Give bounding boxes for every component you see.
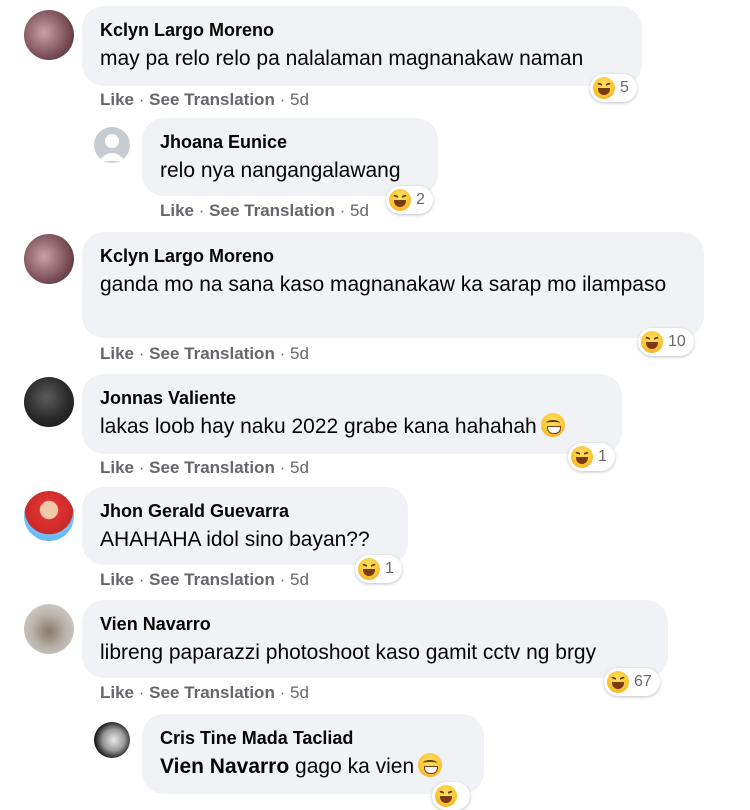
see-translation-link[interactable]: See Translation (149, 683, 275, 702)
avatar[interactable] (24, 377, 74, 427)
comment-actions: Like · See Translation · 5d (100, 90, 309, 110)
reaction-count: 5 (620, 79, 629, 96)
avatar[interactable] (24, 10, 74, 60)
haha-icon (607, 671, 629, 693)
reaction-count: 67 (634, 673, 652, 690)
avatar[interactable] (94, 127, 130, 163)
comment-bubble: Cris Tine Mada Tacliad Vien Navarro gago… (142, 714, 484, 794)
haha-icon (641, 331, 663, 353)
reaction-badge[interactable]: 10 (638, 328, 694, 356)
reaction-count: 2 (416, 191, 425, 208)
see-translation-link[interactable]: See Translation (149, 570, 275, 589)
comment-author[interactable]: Jhoana Eunice (160, 130, 420, 154)
separator: · (138, 344, 145, 363)
separator: · (279, 344, 286, 363)
timestamp[interactable]: 5d (290, 570, 309, 589)
comment-actions: Like · See Translation · 5d (100, 683, 309, 703)
timestamp[interactable]: 5d (350, 201, 369, 220)
see-translation-link[interactable]: See Translation (149, 344, 275, 363)
comment-text: libreng paparazzi photoshoot kaso gamit … (100, 641, 597, 664)
grinning-emoji-icon (418, 753, 443, 777)
comment-text: ganda mo na sana kaso magnanakaw ka sara… (100, 273, 667, 296)
see-translation-link[interactable]: See Translation (209, 201, 335, 220)
comment-text-content: lakas loob hay naku 2022 grabe kana haha… (100, 415, 537, 438)
haha-icon (358, 558, 380, 580)
like-link[interactable]: Like (100, 570, 134, 589)
reaction-badge[interactable]: 67 (604, 668, 660, 696)
separator: · (138, 683, 145, 702)
timestamp[interactable]: 5d (290, 683, 309, 702)
separator: · (279, 458, 286, 477)
comment-author[interactable]: Kclyn Largo Moreno (100, 244, 686, 268)
reaction-count: 1 (598, 448, 607, 465)
mention-link[interactable]: Vien Navarro (160, 755, 289, 778)
comment-actions: Like · See Translation · 5d (100, 344, 309, 364)
comment-text: may pa relo relo pa nalalaman magnanakaw… (100, 47, 584, 70)
reaction-count: 10 (668, 333, 686, 350)
like-link[interactable]: Like (100, 344, 134, 363)
avatar[interactable] (24, 604, 74, 654)
haha-icon (593, 77, 615, 99)
avatar[interactable] (94, 722, 130, 758)
reaction-badge[interactable]: 1 (568, 443, 615, 471)
comment-text: Vien Navarro gago ka vien (160, 752, 466, 782)
haha-icon (389, 189, 411, 211)
comment-bubble: Kclyn Largo Moreno may pa relo relo pa n… (82, 6, 642, 86)
comment-author[interactable]: Jonnas Valiente (100, 386, 604, 410)
comment-author[interactable]: Jhon Gerald Guevarra (100, 499, 390, 523)
comment-bubble: Jhoana Eunice relo nya nangangalawang (142, 118, 438, 196)
comment-text: lakas loob hay naku 2022 grabe kana haha… (100, 412, 604, 442)
haha-icon (571, 446, 593, 468)
separator: · (339, 201, 346, 220)
reaction-badge[interactable]: 1 (355, 555, 402, 583)
haha-icon (435, 785, 457, 807)
see-translation-link[interactable]: See Translation (149, 90, 275, 109)
avatar[interactable] (24, 491, 74, 541)
separator: · (279, 683, 286, 702)
comment-author[interactable]: Vien Navarro (100, 612, 650, 636)
comment-bubble: Vien Navarro libreng paparazzi photoshoo… (82, 600, 668, 678)
separator: · (138, 458, 145, 477)
comment-actions: Like · See Translation · 5d (100, 570, 309, 590)
timestamp[interactable]: 5d (290, 344, 309, 363)
comment-actions: Like · See Translation · 5d (160, 201, 369, 221)
comment-bubble: Jhon Gerald Guevarra AHAHAHA idol sino b… (82, 487, 408, 565)
grinning-sweat-emoji-icon (540, 413, 565, 437)
like-link[interactable]: Like (100, 458, 134, 477)
comment-author[interactable]: Cris Tine Mada Tacliad (160, 726, 466, 750)
reaction-badge[interactable]: 5 (590, 74, 637, 102)
like-link[interactable]: Like (100, 683, 134, 702)
timestamp[interactable]: 5d (290, 458, 309, 477)
reaction-badge[interactable] (432, 782, 470, 810)
like-link[interactable]: Like (160, 201, 194, 220)
comment-author[interactable]: Kclyn Largo Moreno (100, 18, 624, 42)
comment-text: relo nya nangangalawang (160, 159, 401, 182)
timestamp[interactable]: 5d (290, 90, 309, 109)
comment-actions: Like · See Translation · 5d (100, 458, 309, 478)
comment-text: AHAHAHA idol sino bayan?? (100, 528, 370, 551)
separator: · (138, 570, 145, 589)
reaction-badge[interactable]: 2 (386, 186, 433, 214)
avatar[interactable] (24, 234, 74, 284)
see-translation-link[interactable]: See Translation (149, 458, 275, 477)
separator: · (138, 90, 145, 109)
separator: · (198, 201, 205, 220)
separator: · (279, 570, 286, 589)
comment-bubble: Jonnas Valiente lakas loob hay naku 2022… (82, 374, 622, 454)
comment-text-content: gago ka vien (295, 755, 415, 778)
separator: · (279, 90, 286, 109)
comment-bubble: Kclyn Largo Moreno ganda mo na sana kaso… (82, 232, 704, 338)
like-link[interactable]: Like (100, 90, 134, 109)
reaction-count: 1 (385, 560, 394, 577)
